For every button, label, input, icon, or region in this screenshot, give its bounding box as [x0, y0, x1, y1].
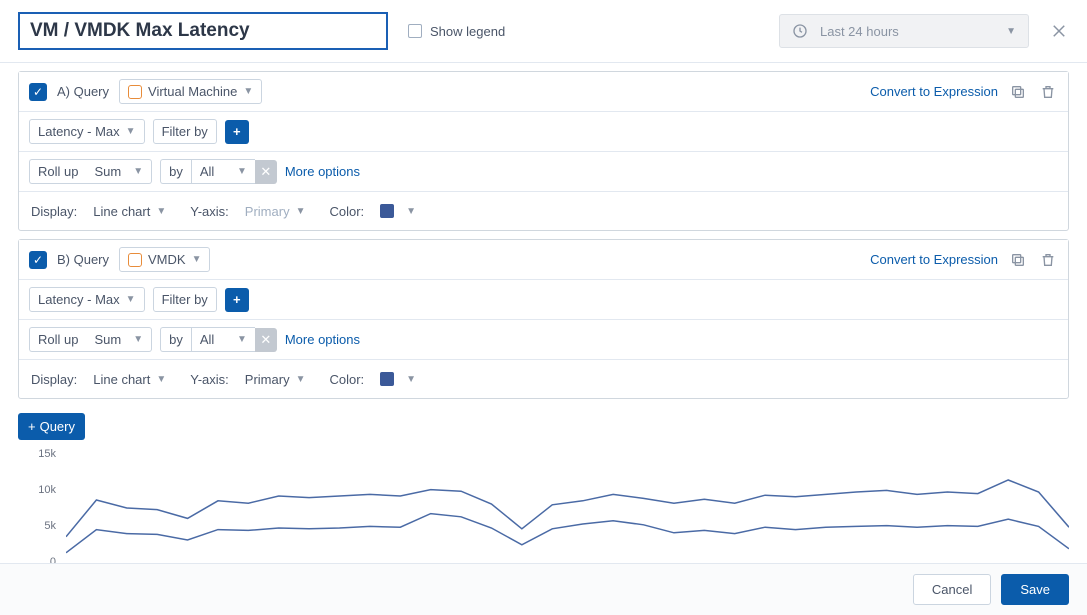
color-selector[interactable]	[378, 367, 396, 391]
cancel-button[interactable]: Cancel	[913, 574, 991, 605]
close-icon	[1050, 22, 1068, 40]
entity-selector[interactable]: VMDK ▼	[119, 247, 210, 272]
yaxis-label: Y-axis:	[188, 372, 235, 387]
query-enabled-checkbox[interactable]: ✓	[29, 83, 47, 101]
more-options-link[interactable]: More options	[285, 332, 360, 347]
show-legend-label: Show legend	[430, 24, 505, 39]
copy-icon	[1010, 252, 1026, 268]
metric-selector[interactable]: Latency - Max▼	[29, 119, 145, 144]
close-button[interactable]	[1049, 21, 1069, 41]
rollup-by-selector[interactable]: All▼	[191, 159, 255, 184]
more-options-link[interactable]: More options	[285, 164, 360, 179]
copy-icon	[1010, 84, 1026, 100]
query-id-label: A) Query	[57, 84, 109, 99]
chevron-down-icon: ▼	[192, 254, 202, 265]
trash-icon	[1040, 84, 1056, 100]
query-block-b: ✓ B) Query VMDK ▼ Convert to Expression …	[18, 239, 1069, 399]
clock-icon	[792, 23, 808, 39]
plus-icon: +	[28, 419, 36, 434]
chevron-down-icon: ▼	[243, 86, 253, 97]
rollup-by-label: by	[160, 327, 191, 352]
y-tick-label: 0	[50, 556, 56, 563]
trash-icon	[1040, 252, 1056, 268]
clear-rollup-button[interactable]: ✕	[255, 328, 277, 352]
time-range-picker[interactable]: Last 24 hours ▼	[779, 14, 1029, 48]
display-label: Display:	[29, 372, 83, 387]
show-legend-checkbox[interactable]: Show legend	[408, 24, 505, 39]
yaxis-label: Y-axis:	[188, 204, 235, 219]
entity-selector[interactable]: Virtual Machine ▼	[119, 79, 262, 104]
query-block-a: ✓ A) Query Virtual Machine ▼ Convert to …	[18, 71, 1069, 231]
latency-chart: 15k10k5k0 12:00 PM2:00 PM4:00 PM6:00 PM8…	[18, 448, 1069, 563]
filter-by-button[interactable]: Filter by	[153, 119, 217, 144]
display-type-selector[interactable]: Line chart▼	[91, 199, 168, 223]
rollup-label: Roll up	[29, 327, 86, 352]
convert-to-expression-link[interactable]: Convert to Expression	[870, 252, 998, 267]
metric-selector[interactable]: Latency - Max▼	[29, 287, 145, 312]
delete-button[interactable]	[1038, 250, 1058, 270]
duplicate-button[interactable]	[1008, 82, 1028, 102]
add-query-button[interactable]: + Query	[18, 413, 85, 440]
add-filter-button[interactable]: +	[225, 288, 249, 312]
y-tick-label: 10k	[38, 484, 56, 496]
color-swatch-icon	[380, 204, 394, 218]
y-tick-label: 5k	[44, 520, 56, 532]
checkbox-empty-icon	[408, 24, 422, 38]
rollup-fn-selector[interactable]: Sum▼	[86, 327, 152, 352]
rollup-by-label: by	[160, 159, 191, 184]
yaxis-selector[interactable]: Primary▼	[243, 199, 308, 223]
rollup-by-selector[interactable]: All▼	[191, 327, 255, 352]
save-button[interactable]: Save	[1001, 574, 1069, 605]
convert-to-expression-link[interactable]: Convert to Expression	[870, 84, 998, 99]
vm-icon	[128, 85, 142, 99]
display-label: Display:	[29, 204, 83, 219]
color-label: Color:	[327, 204, 370, 219]
vmdk-icon	[128, 253, 142, 267]
rollup-fn-selector[interactable]: Sum▼	[86, 159, 152, 184]
chart-series-line	[66, 514, 1069, 553]
color-dropdown[interactable]: ▼	[404, 199, 418, 223]
filter-by-button[interactable]: Filter by	[153, 287, 217, 312]
time-range-label: Last 24 hours	[820, 24, 899, 39]
delete-button[interactable]	[1038, 82, 1058, 102]
query-id-label: B) Query	[57, 252, 109, 267]
yaxis-selector[interactable]: Primary▼	[243, 367, 308, 391]
duplicate-button[interactable]	[1008, 250, 1028, 270]
query-enabled-checkbox[interactable]: ✓	[29, 251, 47, 269]
clear-rollup-button[interactable]: ✕	[255, 160, 277, 184]
color-swatch-icon	[380, 372, 394, 386]
y-tick-label: 15k	[38, 448, 56, 460]
add-filter-button[interactable]: +	[225, 120, 249, 144]
color-selector[interactable]	[378, 199, 396, 223]
chevron-down-icon: ▼	[1006, 26, 1016, 37]
color-label: Color:	[327, 372, 370, 387]
display-type-selector[interactable]: Line chart▼	[91, 367, 168, 391]
chart-series-line	[66, 480, 1069, 537]
widget-title-input[interactable]	[18, 12, 388, 50]
color-dropdown[interactable]: ▼	[404, 367, 418, 391]
rollup-label: Roll up	[29, 159, 86, 184]
